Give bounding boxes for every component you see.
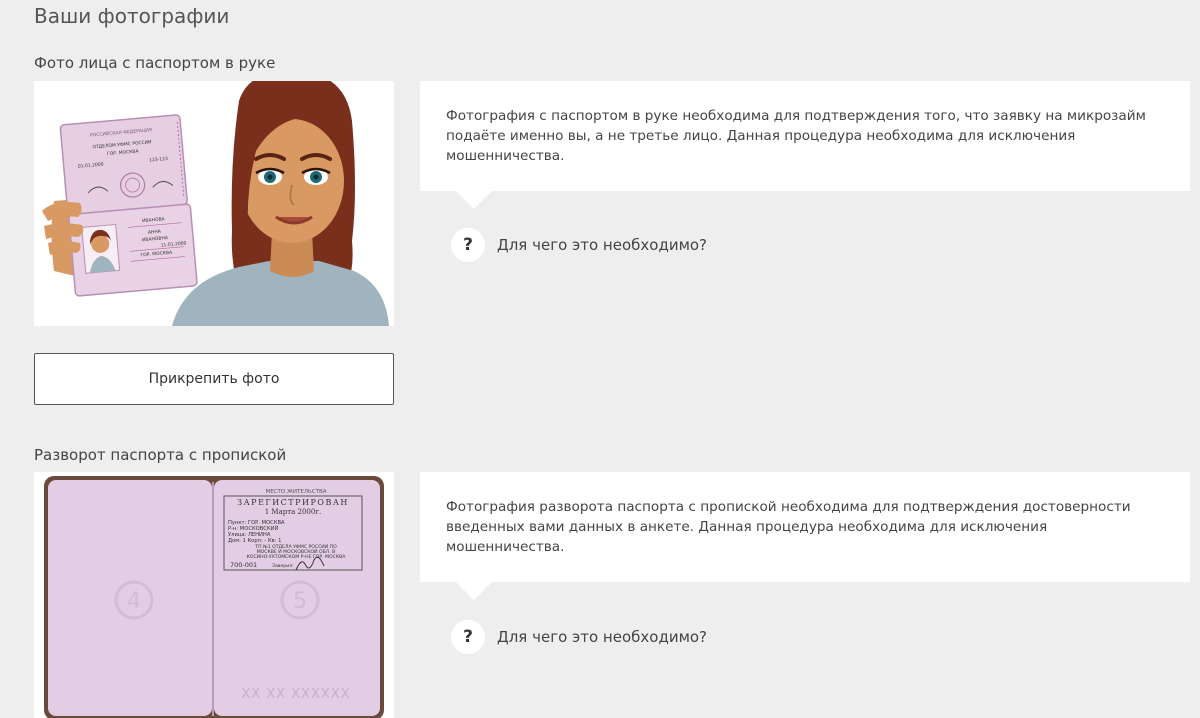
woman-with-passport-image: РОССИЙСКАЯ ФЕДЕРАЦИЯ ОТДЕЛОМ УФМС РОССИИ… [34,81,394,326]
section-title-face-with-passport: Фото лица с паспортом в руке [34,54,276,72]
question-mark-icon[interactable]: ? [451,620,485,654]
passport-registration-illustration: 4 5 МЕСТО ЖИТЕЛЬСТВА ЗАРЕГИСТРИРОВАН 1 М… [34,472,394,718]
section-title-passport-registration: Разворот паспорта с пропиской [34,446,287,464]
question-mark-icon[interactable]: ? [451,228,485,262]
info-box-passport-registration: Фотография разворота паспорта с прописко… [420,472,1190,600]
stamp-line-office3: КОСИНО-УХТОМСКОМ Р-НЕ ГОР. МОСКВА [247,554,347,560]
page-title: Ваши фотографии [34,4,230,28]
stamp-header-text: МЕСТО ЖИТЕЛЬСТВА [265,489,326,495]
stamp-line-office2: МОСКВЕ И МОСКОВСКОЙ ОБЛ. В [257,548,336,555]
stamp-signature-label: Заверил: [272,563,294,569]
info-text-face-with-passport: Фотография с паспортом в руке необходима… [446,108,1146,164]
page-number-right: 5 [293,589,307,614]
info-text-passport-registration: Фотография разворота паспорта с прописко… [446,499,1131,555]
info-box-pointer [456,191,492,209]
info-box-face-with-passport: Фотография с паспортом в руке необходима… [420,81,1190,209]
help-link-face-with-passport[interactable]: ? Для чего это необходимо? [451,228,707,262]
passport-name-text: АННА [148,229,162,236]
help-link-label[interactable]: Для чего это необходимо? [497,628,707,646]
stamp-code-text: 700-001 [230,561,257,569]
page-number-left: 4 [127,589,141,614]
stamp-date-text: 1 Марта 2000г. [265,508,321,516]
attach-photo-button[interactable]: Прикрепить фото [34,353,394,405]
stamp-line-rn: Р-н: МОСКОВСКИЙ [228,525,278,532]
passport-spread-image: 4 5 МЕСТО ЖИТЕЛЬСТВА ЗАРЕГИСТРИРОВАН 1 М… [34,472,394,718]
stamp-title-text: ЗАРЕГИСТРИРОВАН [237,498,349,507]
help-link-label[interactable]: Для чего это необходимо? [497,236,707,254]
info-box-pointer [456,582,492,600]
passport-serial-text: XX XX XXXXXX [241,687,350,702]
stamp-line-house: Дом: 1 Корп: - Кв: 1 [228,538,281,544]
face-with-passport-illustration: РОССИЙСКАЯ ФЕДЕРАЦИЯ ОТДЕЛОМ УФМС РОССИИ… [34,81,394,326]
help-link-passport-registration[interactable]: ? Для чего это необходимо? [451,620,707,654]
